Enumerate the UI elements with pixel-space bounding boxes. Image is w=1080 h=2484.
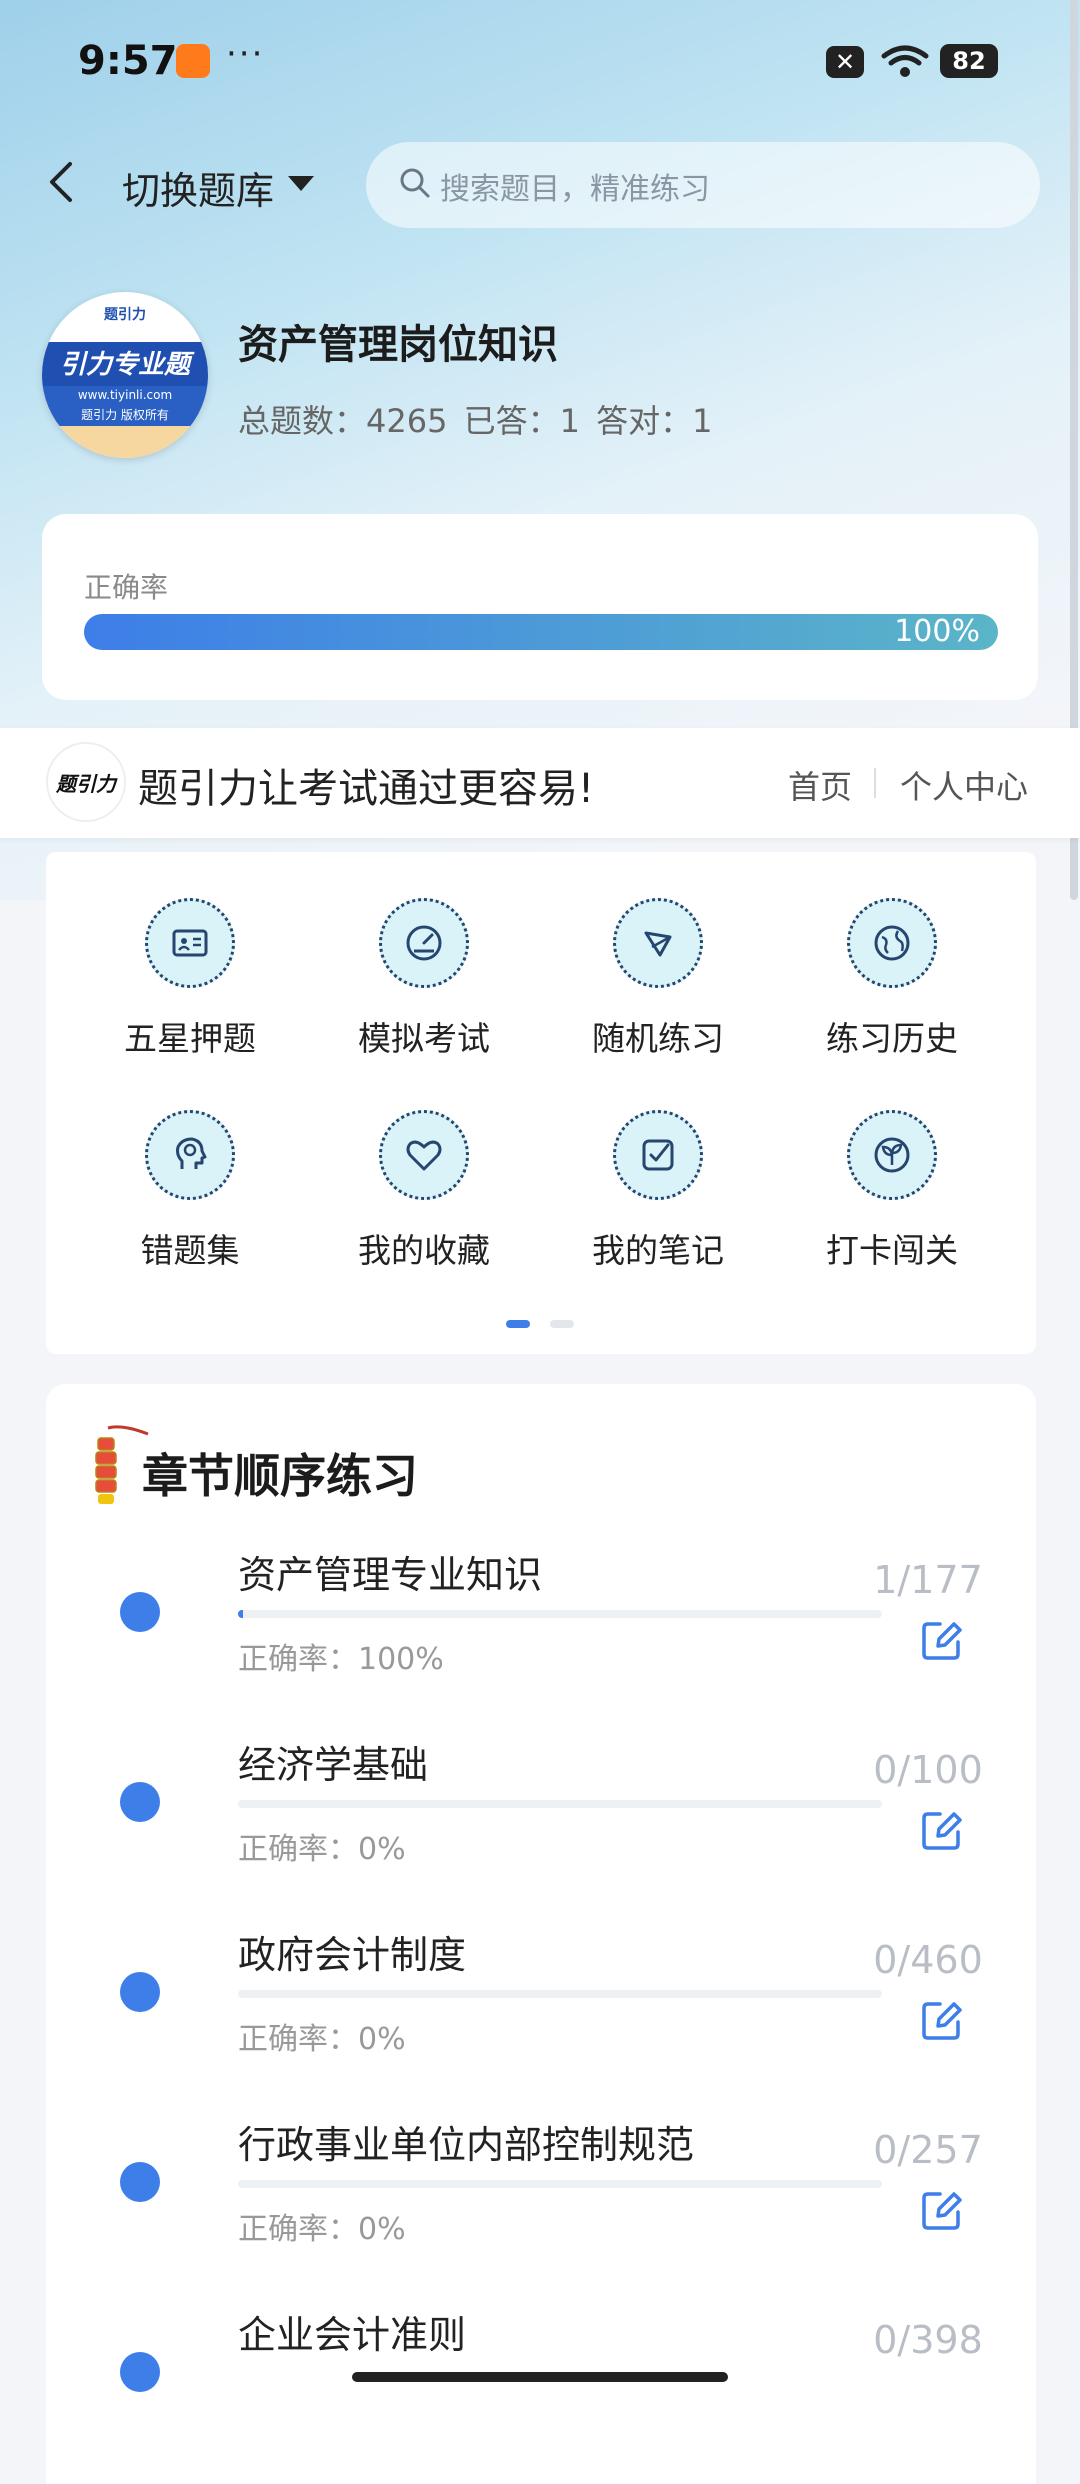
chapter-name: 行政事业单位内部控制规范 <box>238 2123 695 2167</box>
bank-title: 资产管理岗位知识 <box>238 322 558 368</box>
battery-icon: 82 <box>940 44 998 78</box>
status-time: 9:57 <box>78 38 178 84</box>
chapter-bullet <box>120 2352 160 2392</box>
sim-off-icon: ✕ <box>826 46 864 78</box>
feature-wrong-questions[interactable]: 错题集 <box>100 1110 280 1272</box>
nav-home-link[interactable]: 首页 <box>788 762 852 808</box>
accuracy-card <box>42 514 1038 700</box>
chapter-bullet <box>120 1592 160 1632</box>
chapter-accuracy: 正确率：0% <box>238 2212 406 2247</box>
chapter-progress-bar <box>238 1800 882 1808</box>
chapter-progress-bar <box>238 2180 882 2188</box>
chapter-progress-bar <box>238 1990 882 1998</box>
id-card-icon <box>145 898 235 988</box>
chapter-count: 0/398 <box>873 2318 983 2362</box>
edit-icon[interactable] <box>920 1808 964 1856</box>
chapter-bullet <box>120 1782 160 1822</box>
chapter-section-title: 章节顺序练习 <box>142 1449 418 1503</box>
chapter-row[interactable]: 资产管理专业知识 正确率：100% 1/177 <box>46 1538 1036 1728</box>
feature-history[interactable]: 练习历史 <box>802 898 982 1060</box>
nav-divider <box>874 768 876 798</box>
accuracy-label: 正确率 <box>84 571 169 604</box>
sprout-icon <box>847 1110 937 1200</box>
feature-checkin[interactable]: 打卡闯关 <box>802 1110 982 1272</box>
chapter-progress-bar <box>238 1610 882 1618</box>
chapter-name: 经济学基础 <box>238 1743 429 1787</box>
feature-favorites[interactable]: 我的收藏 <box>334 1110 514 1272</box>
status-more-dots: ··· <box>226 34 265 74</box>
chapter-accuracy: 正确率：100% <box>238 1642 444 1677</box>
chapter-progress-fill <box>238 1610 244 1618</box>
feature-grid: 五星押题 模拟考试 随机练习 练习历史 错题集 我的收藏 我的笔记 打卡闯关 <box>46 852 1036 1354</box>
chapter-count: 0/100 <box>873 1748 983 1792</box>
note-check-icon <box>613 1110 703 1200</box>
edit-icon[interactable] <box>920 1618 964 1666</box>
chapter-count: 0/257 <box>873 2128 983 2172</box>
back-icon[interactable] <box>44 160 80 204</box>
heart-icon <box>379 1110 469 1200</box>
chapter-row[interactable]: 政府会计制度 正确率：0% 0/460 <box>46 1918 1036 2108</box>
chapter-row[interactable]: 行政事业单位内部控制规范 正确率：0% 0/257 <box>46 2108 1036 2298</box>
chapter-name: 政府会计制度 <box>238 1933 467 1977</box>
wifi-icon <box>880 44 930 82</box>
chapter-bullet <box>120 1972 160 2012</box>
chapter-count: 0/460 <box>873 1938 983 1982</box>
nav-personal-link[interactable]: 个人中心 <box>900 762 1028 808</box>
shopping-app-icon <box>176 44 210 78</box>
head-icon <box>145 1110 235 1200</box>
gauge-icon <box>379 898 469 988</box>
slogan-text: 题引力让考试通过更容易! <box>138 766 595 812</box>
home-indicator[interactable] <box>352 2372 728 2382</box>
feature-random-practice[interactable]: 随机练习 <box>568 898 748 1060</box>
pager-dot-active[interactable] <box>506 1320 530 1328</box>
feature-notes[interactable]: 我的笔记 <box>568 1110 748 1272</box>
firecracker-icon <box>88 1420 150 1514</box>
feature-five-star[interactable]: 五星押题 <box>100 898 280 1060</box>
edit-icon[interactable] <box>920 1998 964 2046</box>
chapter-row[interactable]: 企业会计准则 0/398 <box>46 2298 1036 2400</box>
chapter-accuracy: 正确率：0% <box>238 1832 406 1867</box>
search-icon <box>398 166 432 204</box>
pager-dot[interactable] <box>550 1320 574 1328</box>
search-placeholder: 搜索题目，精准练习 <box>440 172 710 207</box>
chapter-count: 1/177 <box>873 1558 983 1602</box>
globe-icon <box>847 898 937 988</box>
feature-mock-exam[interactable]: 模拟考试 <box>334 898 514 1060</box>
chapter-name: 资产管理专业知识 <box>238 1553 543 1597</box>
accuracy-percent: 100% <box>894 614 980 649</box>
bank-stats: 总题数：4265 已答：1 答对：1 <box>238 402 713 440</box>
brand-logo: 题引力 <box>46 742 126 822</box>
bank-logo: 题引力 引力专业题 www.tiyinli.com 题引力 版权所有 <box>42 292 208 458</box>
chapter-accuracy: 正确率：0% <box>238 2022 406 2057</box>
switch-bank-button[interactable]: 切换题库 <box>122 160 274 215</box>
shuffle-icon <box>613 898 703 988</box>
chapter-bullet <box>120 2162 160 2202</box>
chapter-name: 企业会计准则 <box>238 2313 467 2357</box>
chapter-row[interactable]: 经济学基础 正确率：0% 0/100 <box>46 1728 1036 1918</box>
edit-icon[interactable] <box>920 2188 964 2236</box>
caret-down-icon[interactable] <box>288 176 314 191</box>
